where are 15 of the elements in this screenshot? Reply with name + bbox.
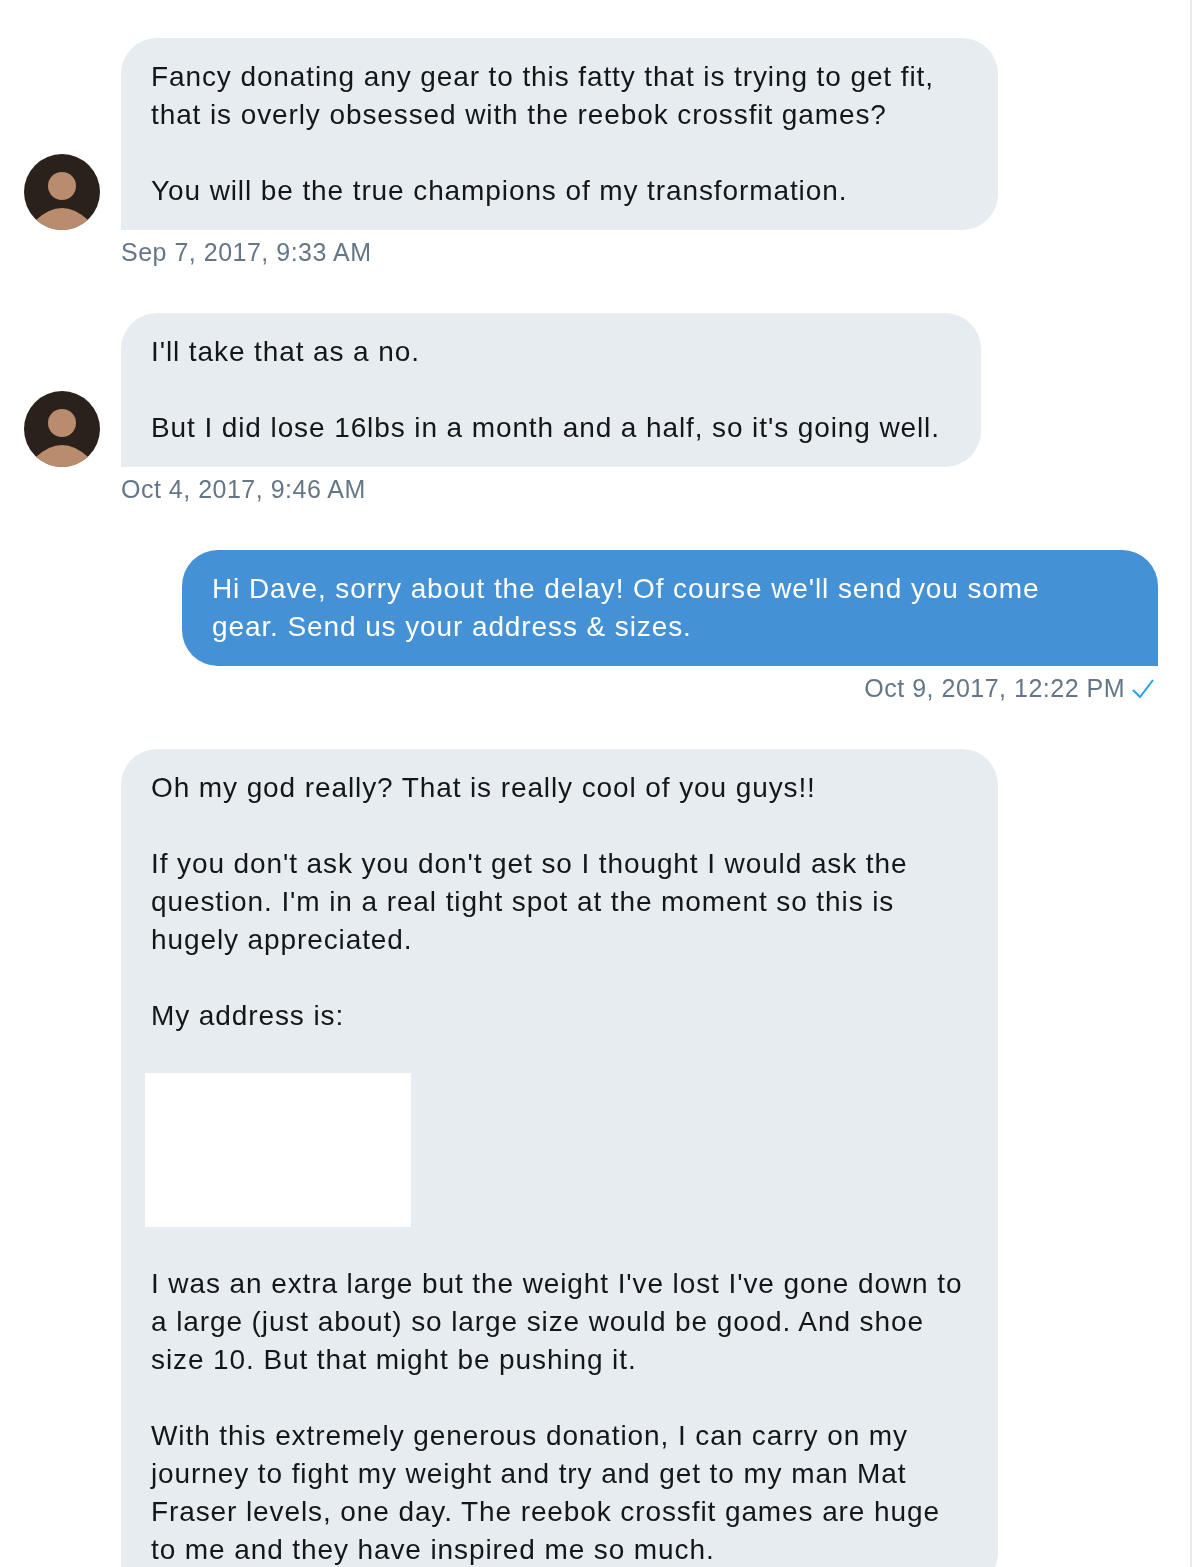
message-text: I was an extra large but the weight I've lost I've gone down to a large (just about) so large size would be good. And shoe size 10. But that might be pushing it. (151, 1267, 964, 1377)
message-text: But I did lose 16lbs in a month and a half, so it's going well. (151, 411, 941, 445)
timestamp: Oct 4, 2017, 9:46 AM (121, 475, 366, 504)
message-text: Oh my god really? That is really cool of you guys!! (151, 771, 817, 805)
message-text: You will be the true champions of my transformation. (151, 174, 849, 208)
timestamp: Sep 7, 2017, 9:33 AM (121, 238, 372, 267)
message-text: With this extremely generous donation, I can carry on my journey to fight my weight and try and get to my man Mat Fraser levels, one day. The reebok crossfit games are huge to me and they have inspired me so much. (151, 1419, 941, 1567)
timestamp: Oct 9, 2017, 12:22 PM (864, 674, 1125, 703)
avatar[interactable] (24, 391, 100, 467)
message-text: Hi Dave, sorry about the delay! Of course we'll send you some gear. Send us your address & sizes. (212, 572, 1041, 644)
message-text: If you don't ask you don't get so I thought I would ask the question. I'm in a real tight spot at the moment so this is hugely appreciated. (151, 847, 909, 957)
message-text: I'll take that as a no. (151, 335, 421, 369)
message-text: Fancy donating any gear to this fatty that is trying to get fit, that is overly obsessed with the reebok crossfit games? (151, 60, 935, 132)
message-text: My address is: (151, 999, 346, 1033)
avatar[interactable] (24, 154, 100, 230)
